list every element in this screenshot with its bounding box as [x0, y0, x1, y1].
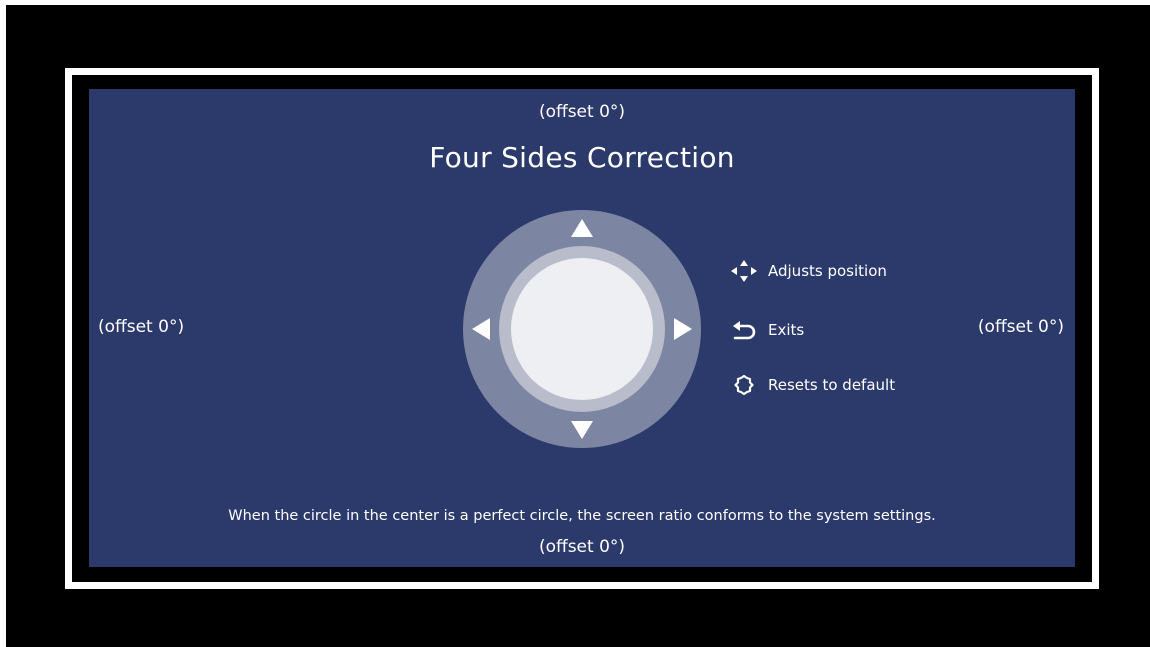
arrow-left-icon[interactable]: [472, 318, 490, 340]
offset-bottom-label: (offset 0°): [538, 537, 626, 557]
arrow-up-icon[interactable]: [571, 219, 593, 237]
arrow-right-icon[interactable]: [674, 318, 692, 340]
reset-gear-icon: [734, 374, 754, 396]
page-title: Four Sides Correction: [429, 141, 735, 174]
offset-left-label: (offset 0°): [98, 317, 185, 337]
offset-right-label: (offset 0°): [977, 317, 1064, 337]
direction-pad: [463, 210, 701, 448]
legend-exits: Exits: [730, 318, 804, 342]
dpad-center-button[interactable]: [511, 258, 653, 400]
instruction-text: When the circle in the center is a perfe…: [228, 508, 936, 524]
back-arrow-icon: [733, 321, 756, 340]
legend-adjusts-position: Adjusts position: [730, 259, 887, 283]
arrow-down-icon[interactable]: [571, 421, 593, 439]
legend-resets-to-default: Resets to default: [730, 373, 895, 397]
legend-label: Resets to default: [768, 376, 896, 394]
legend-label: Adjusts position: [768, 262, 887, 280]
four-sides-correction-panel: (offset 0°) Four Sides Correction (offse…: [89, 89, 1075, 567]
offset-top-label: (offset 0°): [538, 102, 626, 122]
four-way-arrows-icon: [731, 260, 757, 282]
legend-label: Exits: [768, 321, 805, 339]
